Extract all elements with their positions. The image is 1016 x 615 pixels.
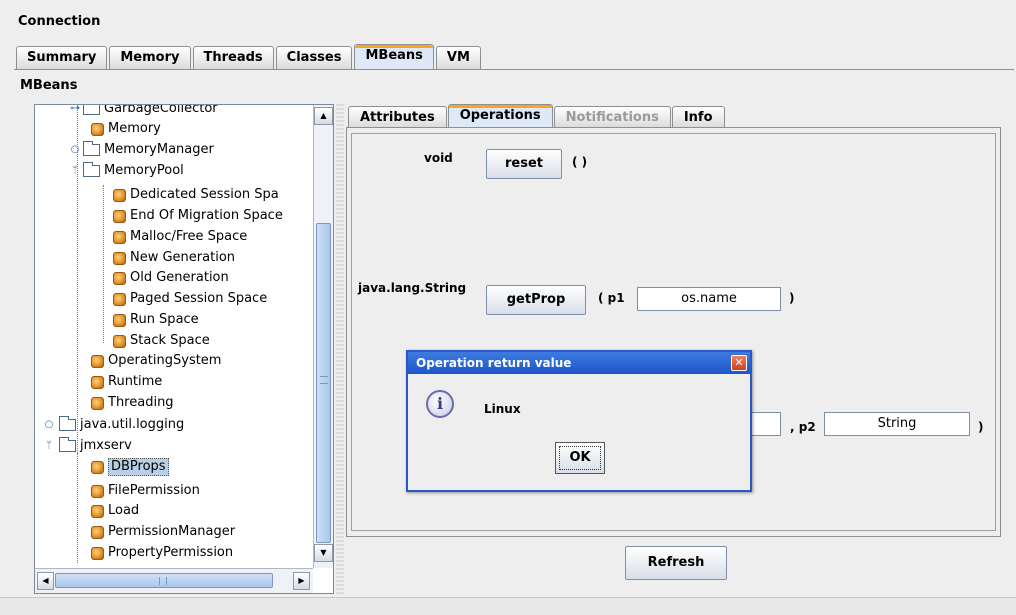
folder-icon (83, 141, 100, 156)
grip-icon (159, 577, 167, 585)
tree-item[interactable]: MemoryPool (83, 161, 184, 181)
tree-item[interactable]: PropertyPermission (91, 543, 233, 563)
reset-button[interactable]: reset (486, 149, 562, 179)
return-type-label: void (424, 151, 453, 165)
tree-item[interactable]: End Of Migration Space (113, 206, 283, 226)
tree-item[interactable]: PermissionManager (91, 522, 235, 542)
tab-notifications: Notifications (553, 106, 671, 128)
tree-connector-line (77, 453, 78, 563)
mbean-icon (91, 460, 104, 474)
ok-button[interactable]: OK (555, 442, 605, 474)
scroll-down-arrow-icon[interactable]: ▼ (314, 544, 333, 562)
mbean-icon (91, 484, 104, 498)
tree-item[interactable]: MemoryManager (83, 140, 214, 160)
mbean-icon (113, 230, 126, 244)
folder-icon (59, 437, 76, 452)
folder-icon (83, 105, 100, 115)
collapse-toggle-icon[interactable]: ᛘ (43, 440, 55, 451)
mbean-icon (91, 354, 104, 368)
mbean-icon (91, 525, 104, 539)
tree-item[interactable]: Malloc/Free Space (113, 227, 247, 247)
expand-toggle-icon[interactable]: ⊶ (69, 105, 81, 119)
mbean-icon (91, 396, 104, 410)
tab-memory[interactable]: Memory (109, 46, 191, 70)
expand-toggle-icon[interactable]: ○ (43, 419, 55, 430)
tree-item[interactable]: Runtime (91, 372, 162, 392)
mbean-icon (113, 313, 126, 327)
expand-toggle-icon[interactable]: ○ (69, 144, 81, 155)
mbean-tree[interactable]: ⊶ GarbageCollector Memory MemoryManager … (35, 105, 312, 568)
tree-vertical-scrollbar[interactable]: ▲ ▼ (313, 105, 333, 568)
mbean-icon (113, 334, 126, 348)
param-p1-label: ( p1 (598, 291, 625, 305)
jconsole-window: Connection Summary Memory Threads Classe… (0, 0, 1016, 615)
scroll-up-arrow-icon[interactable]: ▲ (314, 107, 333, 125)
tree-connector-line (103, 185, 104, 343)
connection-title: Connection (18, 14, 101, 29)
p1-input[interactable]: os.name (637, 287, 781, 311)
tab-info[interactable]: Info (671, 106, 725, 128)
horizontal-scroll-thumb[interactable] (55, 573, 273, 588)
mbean-icon (113, 251, 126, 265)
tree-item-selected[interactable]: DBProps (91, 457, 169, 477)
dialog-title-bar[interactable]: Operation return value ✕ (408, 352, 750, 374)
grip-icon (320, 376, 328, 384)
tab-classes[interactable]: Classes (275, 46, 353, 70)
mbean-info-tab-bar: Attributes Operations Notifications Info (348, 104, 726, 128)
params-close-label: ) (978, 420, 984, 434)
tree-item[interactable]: Memory (91, 119, 161, 139)
mbean-icon (113, 209, 126, 223)
split-pane-divider[interactable] (336, 104, 344, 594)
folder-icon (83, 162, 100, 177)
refresh-button[interactable]: Refresh (625, 546, 727, 580)
vertical-scroll-thumb[interactable] (316, 223, 331, 543)
mbean-icon (91, 375, 104, 389)
mbean-tree-scrollpane: ⊶ GarbageCollector Memory MemoryManager … (34, 104, 334, 594)
close-icon[interactable]: ✕ (731, 355, 747, 371)
tree-item[interactable]: jmxserv (59, 436, 132, 456)
tree-horizontal-scrollbar[interactable]: ◀ ▶ (35, 568, 313, 593)
tree-item[interactable]: Run Space (113, 310, 199, 330)
tree-item[interactable]: Threading (91, 393, 174, 413)
tab-mbeans[interactable]: MBeans (354, 44, 434, 70)
main-tab-bar: Summary Memory Threads Classes MBeans VM (16, 44, 483, 70)
param-p2-label: , p2 (790, 420, 816, 434)
mbean-icon (113, 292, 126, 306)
return-type-label: java.lang.String (358, 281, 467, 295)
tree-item[interactable]: ⊶ GarbageCollector (70, 105, 218, 119)
tree-item[interactable]: Old Generation (113, 268, 229, 288)
getprop-button[interactable]: getProp (486, 285, 586, 315)
mbean-icon (91, 546, 104, 560)
scroll-right-arrow-icon[interactable]: ▶ (293, 572, 310, 590)
collapse-toggle-icon[interactable]: ᛘ (69, 165, 81, 176)
tab-attributes[interactable]: Attributes (348, 106, 447, 128)
folder-icon (59, 416, 76, 431)
scroll-left-arrow-icon[interactable]: ◀ (37, 572, 54, 590)
tree-item[interactable]: FilePermission (91, 481, 200, 501)
tab-operations[interactable]: Operations (447, 104, 553, 128)
info-icon: i (426, 390, 454, 418)
p2-input[interactable]: String (824, 412, 970, 436)
tab-summary[interactable]: Summary (16, 46, 108, 70)
mbeans-section-title: MBeans (20, 78, 78, 93)
tree-item[interactable]: java.util.logging (59, 415, 184, 435)
tree-item[interactable]: Paged Session Space (113, 289, 267, 309)
tree-item[interactable]: Dedicated Session Spa (113, 185, 279, 205)
tree-item[interactable]: OperatingSystem (91, 351, 221, 371)
dialog-title: Operation return value (416, 356, 572, 370)
params-label: ( ) (572, 155, 588, 169)
tab-threads[interactable]: Threads (192, 46, 274, 70)
mbean-icon (113, 271, 126, 285)
operation-return-dialog: Operation return value ✕ i Linux OK (406, 350, 752, 492)
tab-vm[interactable]: VM (435, 46, 481, 70)
tree-item[interactable]: Stack Space (113, 331, 210, 351)
tree-item[interactable]: New Generation (113, 248, 235, 268)
params-close-label: ) (789, 291, 795, 305)
status-bar (0, 597, 1016, 615)
mbean-icon (91, 122, 104, 136)
mbean-icon (91, 504, 104, 518)
tree-item[interactable]: Load (91, 501, 139, 521)
mbean-icon (113, 188, 126, 202)
dialog-message: Linux (484, 402, 521, 416)
